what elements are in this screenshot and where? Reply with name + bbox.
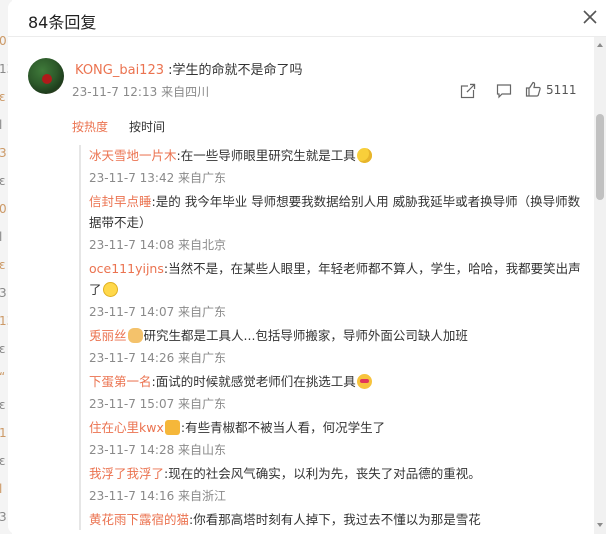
reply-location: 来自广东	[178, 397, 227, 411]
reply-text: :有些青椒都不被当人看，何况学生了	[180, 420, 386, 435]
reply-meta: 23-11-7 14:07 来自广东	[89, 300, 581, 325]
reply-username[interactable]: 我浮了我浮了	[89, 466, 164, 481]
backdrop-text: ɛ	[0, 174, 6, 188]
reply-body: 兎丽丝 研究生都是工具人...包括导师搬家，导师外面公司缺人加班	[89, 325, 581, 346]
crown-emoji-icon	[164, 420, 180, 435]
backdrop-text: 3	[0, 286, 7, 300]
dialog-title: 84条回复	[28, 13, 97, 32]
reply-meta: 23-11-7 14:28 来自山东	[89, 438, 581, 463]
sort-by-hot-tab[interactable]: 按热度	[72, 118, 108, 135]
backdrop-text: 3	[0, 510, 7, 524]
share-icon[interactable]	[460, 83, 476, 99]
reply-body: 我浮了我浮了:现在的社会风气确实，以利为先，丧失了对品德的重视。	[89, 463, 581, 484]
reply-meta: 23-11-7 15:07 来自广东	[89, 392, 581, 417]
reply-body: oce111yijns:当然不是，在某些人眼里，年轻老师都不算人，学生，哈哈，我…	[89, 258, 581, 300]
reply-text: :在一些导师眼里研究生就是工具	[176, 148, 356, 163]
grin-emoji-icon	[102, 282, 118, 297]
reply-time: 23-11-7 14:07	[89, 305, 179, 319]
backdrop-text: ɛ	[0, 454, 6, 468]
backdrop-text: 3	[0, 146, 7, 160]
reply-username[interactable]: 住在心里kwx	[89, 420, 164, 435]
backdrop-text: l	[0, 482, 3, 496]
reply-username[interactable]: 黄花雨下露宿的猫	[89, 512, 189, 527]
reply-body: 黄花雨下露宿的猫:你看那高塔时刻有人掉下，我过去不懂以为那是雪花	[89, 509, 581, 530]
reply-username[interactable]: 兎丽丝	[89, 328, 127, 343]
reply-location: 来自广东	[178, 305, 227, 319]
backdrop-text: 1	[0, 426, 7, 440]
reply-meta: 23-11-7 14:08 来自北京	[89, 233, 581, 258]
reply-item: 冰天雪地一片木:在一些导师眼里研究生就是工具 23-11-7 13:42 来自广东	[81, 145, 581, 191]
reply-meta: 23-11-7 13:42 来自广东	[89, 166, 581, 191]
main-comment-username[interactable]: KONG_bai123	[75, 63, 164, 78]
avatar[interactable]	[28, 58, 64, 94]
close-icon[interactable]	[582, 9, 598, 25]
reply-time: 23-11-7 14:16	[89, 489, 179, 503]
reply-meta: 23-11-7 14:26 来自广东	[89, 346, 581, 371]
reply-text: 研究生都是工具人...包括导师搬家，导师外面公司缺人加班	[143, 328, 468, 343]
reply-text: :面试的时候就感觉老师们在挑选工具	[151, 374, 356, 389]
reply-username[interactable]: 冰天雪地一片木	[89, 148, 177, 163]
reply-item: 黄花雨下露宿的猫:你看那高塔时刻有人掉下，我过去不懂以为那是雪花	[81, 509, 581, 530]
reply-location: 来自山东	[178, 443, 227, 457]
reply-item: 下蛋第一名:面试的时候就感觉老师们在挑选工具 23-11-7 15:07 来自广东	[81, 371, 581, 417]
reply-time: 23-11-7 15:07	[89, 397, 179, 411]
reply-username[interactable]: 下蛋第一名	[89, 374, 152, 389]
cat-emoji-icon	[127, 328, 143, 343]
backdrop-text: l	[0, 230, 3, 244]
sweat-emoji-icon	[356, 148, 372, 163]
main-comment-time: 23-11-7 12:13	[72, 85, 158, 99]
reply-item: 我浮了我浮了:现在的社会风气确实，以利为先，丧失了对品德的重视。 23-11-7 …	[81, 463, 581, 509]
reply-location: 来自广东	[178, 351, 227, 365]
reply-time: 23-11-7 13:42	[89, 171, 179, 185]
backdrop-text: ɛ	[0, 398, 6, 412]
main-comment-meta: 23-11-7 12:13 来自四川	[72, 83, 209, 100]
reply-body: 住在心里kwx :有些青椒都不被当人看，何况学生了	[89, 417, 581, 438]
reply-meta: 23-11-7 14:16 来自浙江	[89, 484, 581, 509]
comment-icon[interactable]	[496, 83, 512, 99]
backdrop-text: ɛ	[0, 258, 6, 272]
reply-location: 来自广东	[178, 171, 227, 185]
reply-location: 来自北京	[178, 238, 227, 252]
reply-username[interactable]: oce111yijns	[89, 261, 164, 276]
reply-item: 信封早点睡:是的 我今年毕业 导师想要我数据给别人用 威胁我延毕或者换导师（换导…	[81, 191, 581, 258]
like-count: 5111	[546, 83, 577, 97]
reply-item: 住在心里kwx:有些青椒都不被当人看，何况学生了 23-11-7 14:28 来自…	[81, 417, 581, 463]
reply-location: 来自浙江	[178, 489, 227, 503]
replies-dialog: 84条回复 KONG_bai123 :学生的命就不是命了吗 23-11-7 12…	[8, 0, 606, 534]
main-comment: KONG_bai123 :学生的命就不是命了吗	[75, 59, 303, 78]
scrollbar-thumb[interactable]	[596, 114, 604, 200]
love-emoji-icon	[356, 374, 372, 389]
reply-body: 下蛋第一名:面试的时候就感觉老师们在挑选工具	[89, 371, 581, 392]
reply-time: 23-11-7 14:28	[89, 443, 179, 457]
sort-by-time-tab[interactable]: 按时间	[129, 118, 165, 135]
reply-item: 兎丽丝 研究生都是工具人...包括导师搬家，导师外面公司缺人加班 23-11-7 1…	[81, 325, 581, 371]
main-comment-text: :学生的命就不是命了吗	[168, 63, 303, 78]
backdrop-text: 0	[0, 34, 7, 48]
reply-body: 信封早点睡:是的 我今年毕业 导师想要我数据给别人用 威胁我延毕或者换导师（换导…	[89, 191, 581, 233]
reply-text: :是的 我今年毕业 导师想要我数据给别人用 威胁我延毕或者换导师（换导师数据带不…	[89, 194, 581, 230]
backdrop-text: ɛ	[0, 342, 6, 356]
reply-list: 冰天雪地一片木:在一些导师眼里研究生就是工具 23-11-7 13:42 来自广东…	[79, 145, 581, 530]
scroll-down-arrow-icon[interactable]	[597, 523, 603, 527]
backdrop-text: ɛ	[0, 90, 6, 104]
thumbs-up-icon[interactable]	[525, 81, 541, 97]
scroll-up-arrow-icon[interactable]	[597, 43, 603, 47]
reply-text: :你看那高塔时刻有人掉下，我过去不懂以为那是雪花	[189, 512, 481, 527]
reply-time: 23-11-7 14:08	[89, 238, 179, 252]
backdrop-text: “	[0, 370, 5, 384]
dialog-header: 84条回复	[8, 0, 606, 37]
dialog-content: KONG_bai123 :学生的命就不是命了吗 23-11-7 12:13 来自…	[8, 37, 592, 534]
reply-item: oce111yijns:当然不是，在某些人眼里，年轻老师都不算人，学生，哈哈，我…	[81, 258, 581, 325]
reply-time: 23-11-7 14:26	[89, 351, 179, 365]
reply-username[interactable]: 信封早点睡	[89, 194, 152, 209]
reply-body: 冰天雪地一片木:在一些导师眼里研究生就是工具	[89, 145, 581, 166]
main-comment-location: 来自四川	[161, 85, 210, 99]
reply-text: :现在的社会风气确实，以利为先，丧失了对品德的重视。	[164, 466, 481, 481]
scrollbar[interactable]	[594, 37, 606, 534]
backdrop-text: l	[0, 118, 3, 132]
backdrop-text: 0	[0, 202, 7, 216]
